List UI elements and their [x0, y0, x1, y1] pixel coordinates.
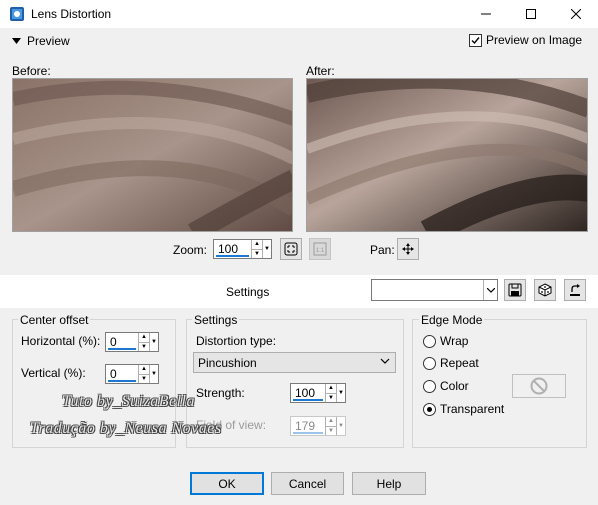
strength-label: Strength: — [196, 386, 245, 400]
preview-on-image-checkbox[interactable]: Preview on Image — [469, 33, 582, 47]
preview-label: Preview — [27, 34, 70, 48]
horizontal-increment-button[interactable]: ▲ — [139, 333, 149, 342]
field-of-view-increment-button: ▲ — [328, 418, 334, 425]
distortion-type-value: Pincushion — [198, 355, 257, 370]
edge-mode-repeat-radio[interactable]: Repeat — [423, 356, 479, 370]
zoom-dropdown-button[interactable]: ▼ — [262, 240, 271, 258]
radio-circle-selected[interactable] — [423, 402, 436, 416]
zoom-decrement-button[interactable]: ▼ — [252, 248, 262, 259]
minimize-button[interactable] — [463, 0, 508, 28]
dice-icon — [538, 283, 552, 297]
edge-mode-wrap-radio[interactable]: Wrap — [423, 334, 468, 348]
edge-mode-title: Edge Mode — [419, 313, 485, 327]
horizontal-decrement-button[interactable]: ▼ — [139, 341, 149, 352]
before-label: Before: — [12, 64, 51, 78]
radio-circle[interactable] — [423, 334, 436, 348]
radio-circle[interactable] — [423, 379, 436, 393]
zoom-value[interactable]: 100 — [218, 242, 238, 256]
edge-mode-transparent-radio[interactable]: Transparent — [423, 402, 504, 416]
watermark-line-2: Tradução by_Neusa Novaes — [30, 420, 222, 437]
actual-size-button[interactable]: 1:1 — [309, 238, 331, 260]
color-label: Color — [440, 379, 469, 393]
strength-increment-button[interactable]: ▲ — [326, 384, 336, 393]
preset-combobox[interactable] — [371, 279, 498, 301]
zoom-to-fit-button[interactable] — [280, 238, 302, 260]
edge-color-swatch — [512, 374, 566, 398]
zoom-label: Zoom: — [173, 243, 208, 257]
strength-value[interactable]: 100 — [295, 386, 315, 400]
preview-on-image-label: Preview on Image — [486, 33, 583, 47]
vertical-stepper[interactable]: 0 ▲ ▼ ▼ — [105, 364, 159, 384]
radio-circle[interactable] — [423, 356, 436, 370]
before-preview[interactable] — [12, 78, 293, 232]
chevron-down-icon — [380, 358, 390, 364]
vertical-increment-button[interactable]: ▲ — [139, 365, 149, 374]
actual-size-icon: 1:1 — [313, 242, 327, 256]
caret-down-icon — [12, 38, 21, 44]
horizontal-stepper[interactable]: 0 ▲ ▼ ▼ — [105, 332, 159, 352]
repeat-label: Repeat — [440, 356, 479, 370]
disabled-icon — [530, 377, 548, 395]
strength-stepper[interactable]: 100 ▲ ▼ ▼ — [290, 383, 346, 403]
cancel-button[interactable]: Cancel — [271, 472, 344, 495]
app-icon — [9, 6, 25, 22]
preview-toggle[interactable]: Preview — [12, 34, 70, 48]
watermark-line-1: Tuto by_SuizaBella — [62, 393, 195, 410]
minimize-icon — [480, 13, 491, 15]
horizontal-label: Horizontal (%): — [21, 334, 101, 348]
distortion-type-label: Distortion type: — [196, 334, 277, 348]
save-preset-button[interactable] — [504, 279, 526, 301]
field-of-view-decrement-button: ▼ — [326, 425, 336, 436]
maximize-icon — [525, 9, 536, 19]
vertical-decrement-button[interactable]: ▼ — [139, 373, 149, 384]
field-of-view-stepper: 179 ▲ ▼ ▼ — [290, 416, 346, 436]
checkbox-box[interactable] — [469, 33, 482, 47]
field-of-view-dropdown-button: ▼ — [336, 417, 345, 435]
before-image — [13, 79, 292, 231]
close-button[interactable] — [553, 0, 598, 28]
close-icon — [570, 9, 581, 19]
horizontal-dropdown-button[interactable]: ▼ — [149, 333, 158, 351]
maximize-button[interactable] — [508, 0, 553, 28]
vertical-value[interactable]: 0 — [110, 367, 117, 381]
pan-button[interactable] — [397, 238, 419, 260]
preset-dropdown-button[interactable] — [483, 280, 497, 300]
zoom-increment-button[interactable]: ▲ — [252, 240, 262, 249]
strength-dropdown-button[interactable]: ▼ — [336, 384, 345, 402]
reset-icon — [570, 284, 580, 296]
after-preview[interactable] — [306, 78, 588, 232]
zoom-stepper[interactable]: 100 ▲ ▼ ▼ — [213, 239, 272, 259]
field-of-view-value: 179 — [295, 419, 316, 433]
edge-mode-color-radio[interactable]: Color — [423, 379, 469, 393]
presets-label: Settings — [226, 285, 270, 299]
wrap-label: Wrap — [440, 334, 469, 348]
chevron-down-icon — [486, 287, 495, 293]
fit-window-icon — [284, 242, 298, 256]
save-disk-icon — [508, 283, 522, 297]
transparent-label: Transparent — [440, 402, 505, 416]
center-offset-title: Center offset — [18, 313, 91, 327]
strength-decrement-button[interactable]: ▼ — [326, 392, 336, 403]
after-image — [307, 79, 587, 231]
reset-defaults-button[interactable] — [564, 279, 586, 301]
help-button[interactable]: Help — [352, 472, 426, 495]
distortion-type-select[interactable]: Pincushion — [193, 352, 396, 373]
randomize-button[interactable] — [534, 279, 556, 301]
svg-text:1:1: 1:1 — [316, 248, 325, 254]
vertical-label: Vertical (%): — [21, 366, 86, 380]
after-label: After: — [306, 64, 335, 78]
settings-title: Settings — [192, 313, 240, 327]
move-arrows-icon — [402, 243, 414, 255]
checkmark-icon — [471, 36, 480, 44]
pan-label: Pan: — [370, 243, 395, 257]
vertical-dropdown-button[interactable]: ▼ — [149, 365, 158, 383]
ok-button[interactable]: OK — [190, 472, 264, 495]
horizontal-value[interactable]: 0 — [110, 335, 117, 349]
window-title: Lens Distortion — [31, 7, 112, 21]
